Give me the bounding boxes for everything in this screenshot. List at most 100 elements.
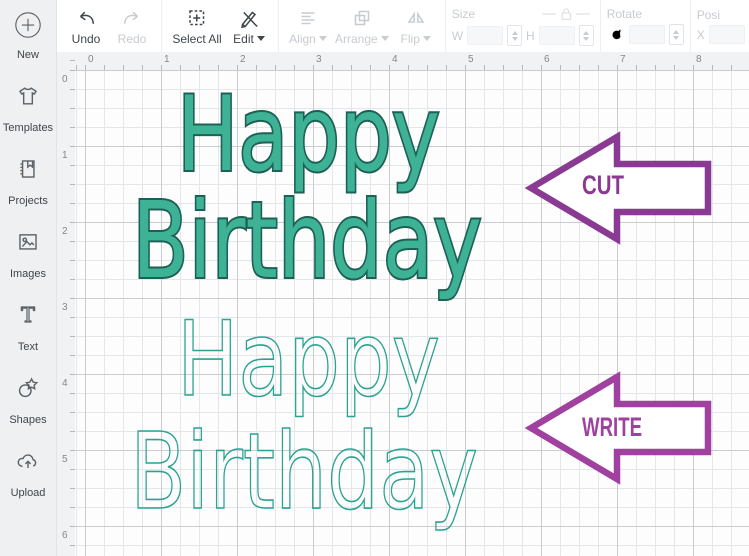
redo-button[interactable]: Redo <box>109 7 155 46</box>
arrange-label: Arrange <box>335 32 378 46</box>
ruler-mark: 5 <box>62 454 68 465</box>
cut-arrow[interactable]: CUT <box>531 137 708 239</box>
sidebar-item-text[interactable]: T Text <box>15 302 41 353</box>
toolbar: Undo Redo Select All <box>57 0 749 52</box>
chevron-down-icon <box>381 36 389 41</box>
toolbar-group-size: Size W H <box>446 0 601 52</box>
shapes-icon <box>15 375 41 401</box>
select-all-button[interactable]: Select All <box>168 7 226 46</box>
position-label: Posi <box>697 8 720 22</box>
align-label: Align <box>289 32 316 46</box>
redo-icon <box>121 7 143 29</box>
sidebar-item-label: Templates <box>3 122 53 134</box>
stepper-up-icon[interactable] <box>583 31 589 35</box>
ruler-mark: 7 <box>620 54 626 65</box>
undo-icon <box>75 7 97 29</box>
position-x-input[interactable] <box>709 25 745 44</box>
select-all-label: Select All <box>172 32 221 46</box>
ruler-mark: 4 <box>392 54 398 65</box>
height-input[interactable] <box>539 26 575 45</box>
chevron-down-icon <box>423 36 431 41</box>
sidebar-item-templates[interactable]: Templates <box>3 83 53 134</box>
design-app-window: Undo Redo Select All <box>0 0 749 556</box>
flip-icon <box>405 7 427 29</box>
height-label: H <box>526 29 535 43</box>
canvas-text-birthday-filled[interactable]: Birthday <box>132 180 482 302</box>
sidebar-item-new[interactable]: New <box>13 10 43 61</box>
plus-circle-icon <box>13 10 43 40</box>
ruler-mark: 4 <box>62 378 68 389</box>
toolbar-group-history: Undo Redo <box>57 0 162 52</box>
flip-label: Flip <box>401 32 420 46</box>
ruler-horizontal: 0 1 2 3 4 5 6 7 8 <box>75 52 749 70</box>
photo-icon <box>15 229 41 255</box>
ruler-mark: 5 <box>468 54 474 65</box>
width-stepper[interactable] <box>507 25 522 46</box>
letter-t-icon: T <box>15 302 41 328</box>
canvas-text-happy-filled[interactable]: Happy <box>177 75 440 195</box>
rotate-label: Rotate <box>607 7 642 21</box>
ruler-mark: 6 <box>62 530 68 541</box>
edit-label: Edit <box>233 32 254 46</box>
sidebar-item-label: Upload <box>11 487 46 499</box>
toolbar-group-layout: Align Arrange Flip <box>279 0 446 52</box>
align-icon <box>297 7 319 29</box>
width-input[interactable] <box>467 26 503 45</box>
lock-icon[interactable] <box>524 6 594 22</box>
chevron-down-icon <box>257 36 265 41</box>
edit-button[interactable]: Edit <box>226 7 272 46</box>
redo-label: Redo <box>118 32 147 46</box>
write-arrow-label[interactable]: WRITE <box>582 412 642 442</box>
notebook-icon <box>15 156 41 182</box>
sidebar-item-shapes[interactable]: Shapes <box>9 375 46 426</box>
ruler-mark: 0 <box>88 54 94 65</box>
tshirt-icon <box>15 83 41 109</box>
flip-button[interactable]: Flip <box>393 7 439 46</box>
sidebar-item-label: Images <box>10 268 46 280</box>
design-canvas[interactable]: Happy Birthday Happy Birthday CUT WRITE <box>75 70 749 556</box>
undo-button[interactable]: Undo <box>63 7 109 46</box>
ruler-mark: 3 <box>316 54 322 65</box>
ruler-mark: 8 <box>696 54 702 65</box>
sidebar-item-projects[interactable]: Projects <box>8 156 48 207</box>
toolbar-group-rotate: Rotate <box>601 0 691 52</box>
arrange-button[interactable]: Arrange <box>331 7 393 46</box>
stepper-up-icon[interactable] <box>673 30 679 34</box>
rotate-icon <box>607 26 625 44</box>
cut-arrow-label[interactable]: CUT <box>582 170 624 200</box>
stepper-down-icon[interactable] <box>673 36 679 40</box>
write-arrow[interactable]: WRITE <box>531 377 708 479</box>
sidebar: New Templates Projects Images <box>0 0 57 556</box>
stepper-down-icon[interactable] <box>583 37 589 41</box>
canvas-text-happy-outline[interactable]: Happy <box>177 300 440 420</box>
ruler-vertical: 0 1 2 3 4 5 6 <box>57 52 75 556</box>
ruler-mark: 3 <box>62 302 68 313</box>
rotate-stepper[interactable] <box>669 24 684 45</box>
sidebar-item-upload[interactable]: Upload <box>11 448 46 499</box>
ruler-mark: 6 <box>544 54 550 65</box>
cloud-upload-icon <box>15 448 41 474</box>
sidebar-item-label: Shapes <box>9 414 46 426</box>
height-stepper[interactable] <box>579 25 594 46</box>
stepper-up-icon[interactable] <box>512 31 518 35</box>
canvas-text-birthday-outline[interactable]: Birthday <box>130 411 478 533</box>
width-label: W <box>452 29 463 43</box>
chevron-down-icon <box>319 36 327 41</box>
size-label: Size <box>452 7 475 21</box>
edit-icon <box>238 7 260 29</box>
undo-label: Undo <box>72 32 101 46</box>
sidebar-item-label: Text <box>18 341 38 353</box>
arrange-icon <box>351 7 373 29</box>
align-button[interactable]: Align <box>285 7 331 46</box>
sidebar-item-label: New <box>17 49 39 61</box>
ruler-mark: 1 <box>164 54 170 65</box>
ruler-mark: 2 <box>62 226 68 237</box>
sidebar-item-images[interactable]: Images <box>10 229 46 280</box>
stepper-down-icon[interactable] <box>512 37 518 41</box>
rotate-input[interactable] <box>629 25 665 44</box>
ruler-mark: 2 <box>240 54 246 65</box>
toolbar-group-position: Posi X <box>691 0 749 52</box>
ruler-mark: 0 <box>62 74 68 85</box>
sidebar-item-label: Projects <box>8 195 48 207</box>
ruler-mark: 1 <box>62 150 68 161</box>
